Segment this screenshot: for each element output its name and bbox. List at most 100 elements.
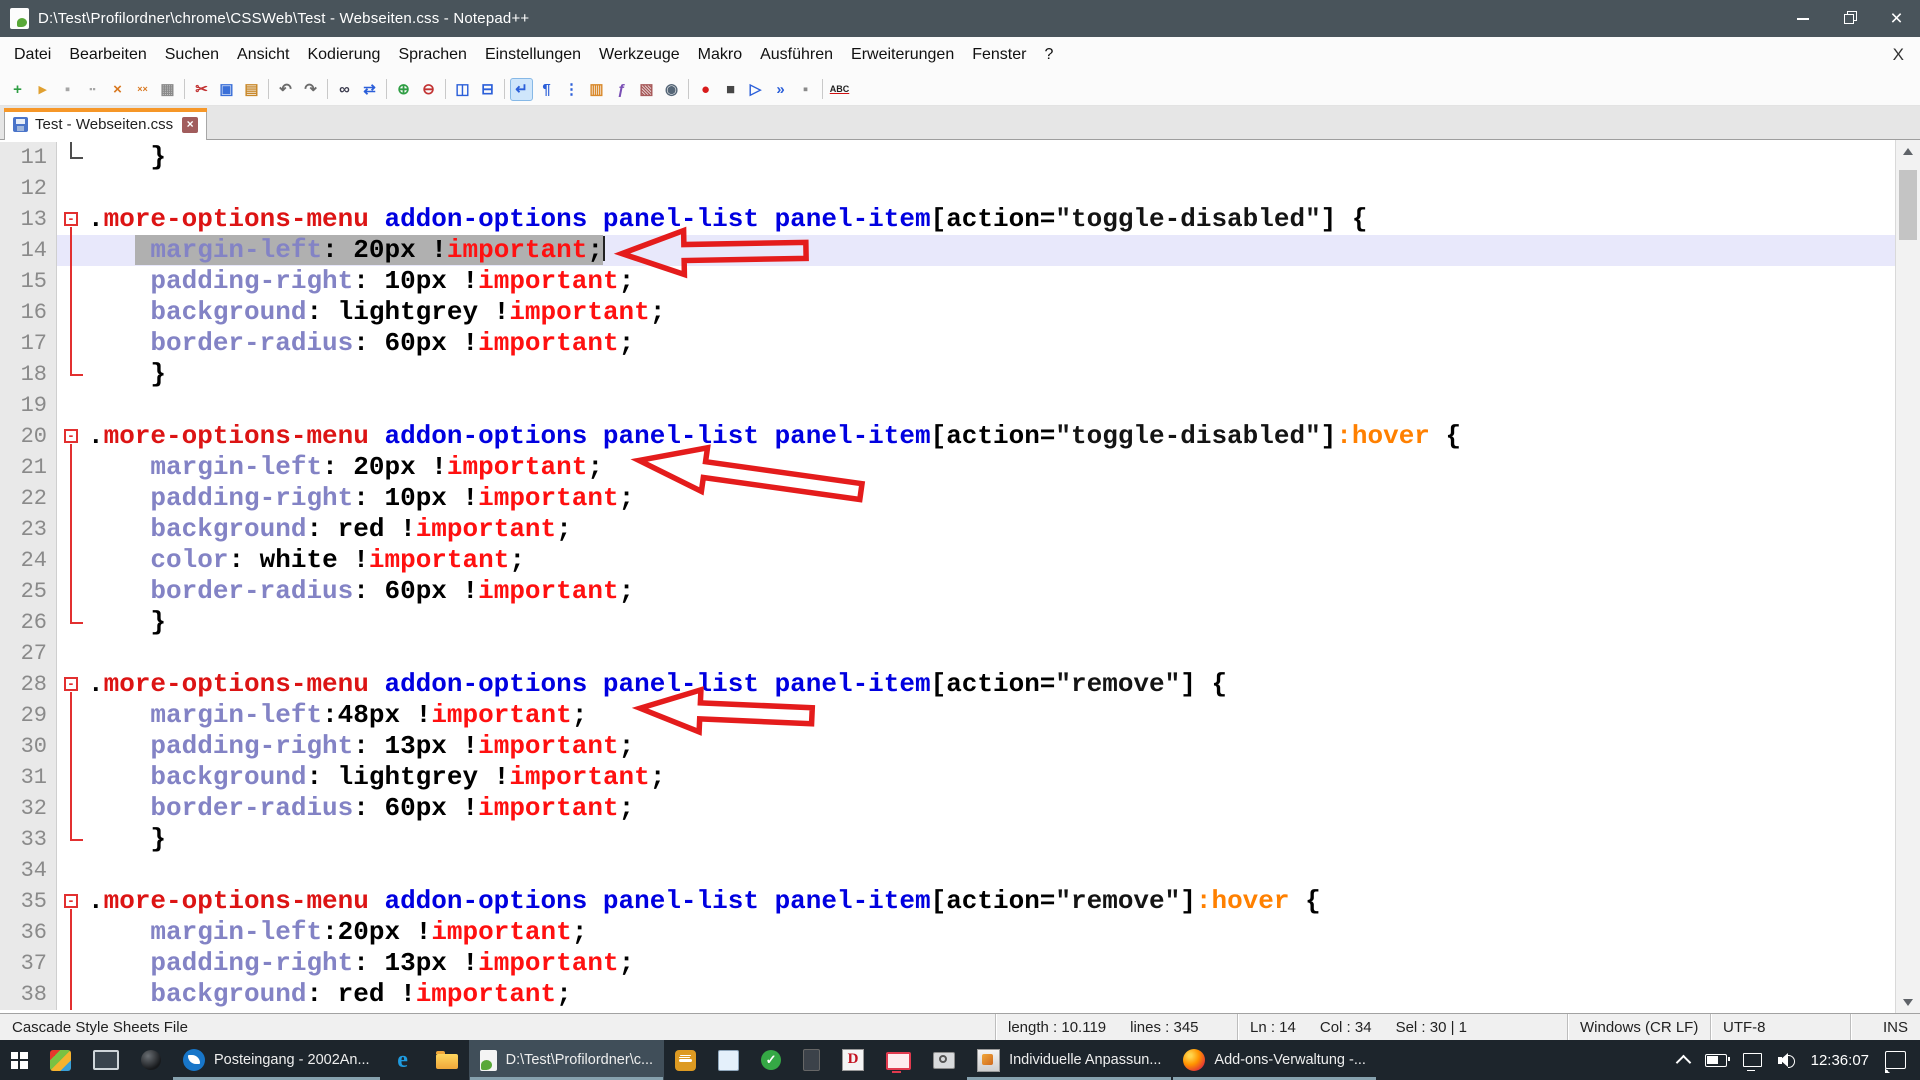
code-line-14[interactable]: 14 margin-left: 20px !important;	[0, 235, 1920, 266]
code-line-30[interactable]: 30 padding-right: 13px !important;	[0, 731, 1920, 762]
scroll-up-button[interactable]	[1896, 140, 1920, 162]
tab-test-webseiten[interactable]: Test - Webseiten.css	[4, 108, 207, 140]
close-doc-icon[interactable]: ×	[106, 78, 129, 101]
fold-marker[interactable]	[57, 204, 88, 235]
code-line-18[interactable]: 18 }	[0, 359, 1920, 390]
menu-item-erweiterungen[interactable]: Erweiterungen	[842, 46, 963, 64]
replace-icon[interactable]: ⇄	[358, 78, 381, 101]
word-wrap-icon[interactable]: ↵	[510, 78, 533, 101]
zoom-out-icon[interactable]: ⊖	[417, 78, 440, 101]
menu-item-sprachen[interactable]: Sprachen	[389, 46, 476, 64]
close-button[interactable]: ×	[1873, 0, 1920, 37]
menu-item-fenster[interactable]: Fenster	[963, 46, 1035, 64]
macro-stop-icon[interactable]: ■	[719, 78, 742, 101]
code-line-11[interactable]: 11 }	[0, 142, 1920, 173]
print-icon[interactable]: ▦	[156, 78, 179, 101]
menu-item-ansicht[interactable]: Ansicht	[228, 46, 298, 64]
vertical-scrollbar[interactable]	[1895, 140, 1920, 1013]
notepadpp-task[interactable]: D:\Test\Profilordner\c...	[469, 1040, 664, 1080]
menu-item-suchen[interactable]: Suchen	[156, 46, 228, 64]
code-line-35[interactable]: 35.more-options-menu addon-options panel…	[0, 886, 1920, 917]
menu-item-bearbeiten[interactable]: Bearbeiten	[60, 46, 155, 64]
new-file-icon[interactable]: +	[6, 78, 29, 101]
folder-workspace-icon[interactable]: ▧	[635, 78, 658, 101]
monitoring-icon[interactable]: ◉	[660, 78, 683, 101]
sync-horizontal-icon[interactable]: ⊟	[476, 78, 499, 101]
code-line-19[interactable]: 19	[0, 390, 1920, 421]
doc-map-icon[interactable]: ▥	[585, 78, 608, 101]
save-icon[interactable]: ▪	[56, 78, 79, 101]
code-line-33[interactable]: 33 }	[0, 824, 1920, 855]
copy-icon[interactable]: ▣	[215, 78, 238, 101]
undo-icon[interactable]: ↶	[274, 78, 297, 101]
code-line-21[interactable]: 21 margin-left: 20px !important;	[0, 452, 1920, 483]
antivirus-check-icon[interactable]	[750, 1040, 792, 1080]
code-line-34[interactable]: 34	[0, 855, 1920, 886]
code-line-27[interactable]: 27	[0, 638, 1920, 669]
macro-save-icon[interactable]: ▪	[794, 78, 817, 101]
volume-icon[interactable]	[1778, 1053, 1795, 1068]
code-line-17[interactable]: 17 border-radius: 60px !important;	[0, 328, 1920, 359]
code-line-32[interactable]: 32 border-radius: 60px !important;	[0, 793, 1920, 824]
firefox-addons-task[interactable]: Add-ons-Verwaltung -...	[1172, 1040, 1377, 1080]
tab-close-icon[interactable]	[182, 117, 198, 133]
code-line-15[interactable]: 15 padding-right: 10px !important;	[0, 266, 1920, 297]
macro-run-multiple-icon[interactable]: »	[769, 78, 792, 101]
editor[interactable]: 11 }1213.more-options-menu addon-options…	[0, 140, 1920, 1013]
code-line-13[interactable]: 13.more-options-menu addon-options panel…	[0, 204, 1920, 235]
code-line-28[interactable]: 28.more-options-menu addon-options panel…	[0, 669, 1920, 700]
zoom-in-icon[interactable]: ⊕	[392, 78, 415, 101]
red-monitor-icon[interactable]	[875, 1040, 922, 1080]
camera-icon[interactable]	[922, 1040, 966, 1080]
function-list-icon[interactable]: ƒ	[610, 78, 633, 101]
cut-icon[interactable]: ✂	[190, 78, 213, 101]
cube-app-icon[interactable]	[39, 1040, 82, 1080]
fold-marker[interactable]	[57, 421, 88, 452]
paste-icon[interactable]: ▤	[240, 78, 263, 101]
scroll-down-button[interactable]	[1896, 991, 1920, 1013]
screen-share-icon[interactable]	[82, 1040, 130, 1080]
macro-record-icon[interactable]: ●	[694, 78, 717, 101]
minimize-button[interactable]	[1779, 0, 1826, 37]
keepass-icon[interactable]	[664, 1040, 707, 1080]
close-all-icon[interactable]: ××	[131, 78, 154, 101]
macro-play-icon[interactable]: ▷	[744, 78, 767, 101]
code-line-25[interactable]: 25 border-radius: 60px !important;	[0, 576, 1920, 607]
restore-button[interactable]	[1826, 0, 1873, 37]
dark-globe-icon[interactable]	[130, 1040, 172, 1080]
menu-item-datei[interactable]: Datei	[5, 46, 60, 64]
explorer-icon[interactable]	[425, 1040, 469, 1080]
code-line-36[interactable]: 36 margin-left:20px !important;	[0, 917, 1920, 948]
code-line-37[interactable]: 37 padding-right: 13px !important;	[0, 948, 1920, 979]
find-icon[interactable]: ∞	[333, 78, 356, 101]
tray-chevron-up-icon[interactable]	[1675, 1054, 1691, 1070]
code-line-38[interactable]: 38 background: red !important;	[0, 979, 1920, 1010]
anpassung-task[interactable]: Individuelle Anpassun...	[966, 1040, 1172, 1080]
redo-icon[interactable]: ↷	[299, 78, 322, 101]
scrollbar-thumb[interactable]	[1899, 170, 1917, 240]
open-file-icon[interactable]: ▸	[31, 78, 54, 101]
code-line-31[interactable]: 31 background: lightgrey !important;	[0, 762, 1920, 793]
code-line-26[interactable]: 26 }	[0, 607, 1920, 638]
fold-marker[interactable]	[57, 669, 88, 700]
code-line-23[interactable]: 23 background: red !important;	[0, 514, 1920, 545]
edge-icon[interactable]	[381, 1040, 425, 1080]
save-all-icon[interactable]: ▪▪	[81, 78, 104, 101]
menu-item-[interactable]: ?	[1035, 46, 1062, 64]
network-icon[interactable]	[1743, 1053, 1762, 1067]
indent-guide-icon[interactable]: ⋮	[560, 78, 583, 101]
menu-item-makro[interactable]: Makro	[689, 46, 751, 64]
code-line-16[interactable]: 16 background: lightgrey !important;	[0, 297, 1920, 328]
menu-item-werkzeuge[interactable]: Werkzeuge	[590, 46, 689, 64]
code-line-20[interactable]: 20.more-options-menu addon-options panel…	[0, 421, 1920, 452]
sync-vertical-icon[interactable]: ◫	[451, 78, 474, 101]
start-button[interactable]	[0, 1040, 39, 1080]
spell-check-icon[interactable]: ABC	[828, 78, 851, 101]
code-line-29[interactable]: 29 margin-left:48px !important;	[0, 700, 1920, 731]
close-document-x[interactable]: X	[1893, 37, 1904, 73]
taskbar-clock[interactable]: 12:36:07	[1811, 1052, 1869, 1069]
action-center-icon[interactable]	[1885, 1051, 1906, 1069]
notes-app-icon[interactable]	[707, 1040, 750, 1080]
menu-item-ausfhren[interactable]: Ausführen	[751, 46, 842, 64]
disk-tool-icon[interactable]	[792, 1040, 831, 1080]
